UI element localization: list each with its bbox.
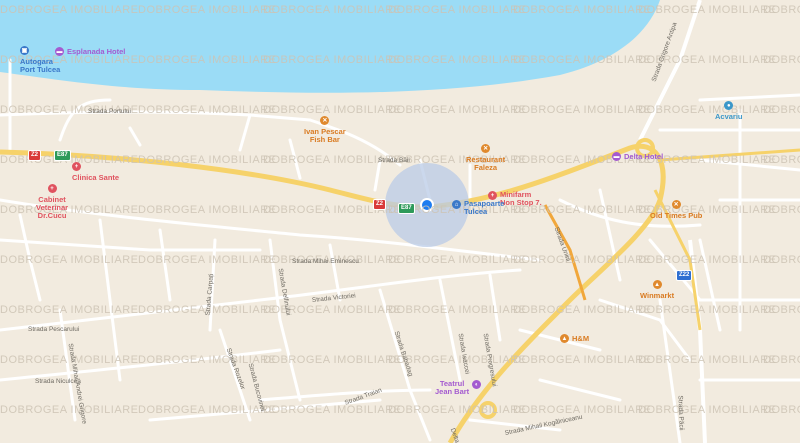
map-view[interactable]: DOBROGEA IMOBILIARE DOBROGEA IMOBILIARE DO… [0, 0, 800, 443]
watermark-text: DOBROGEA IMOBILIARE [388, 54, 527, 66]
watermark-text: DOBROGEA IMOBILIARE [138, 254, 277, 266]
watermark-text: DOBROGEA IMOBILIARE [263, 354, 402, 366]
watermark-text: DOBROGEA IMOBILIARE [263, 4, 402, 16]
bed-icon: ▬ [55, 47, 64, 56]
street-portului: Strada Portului [88, 108, 131, 115]
watermark-text: DOBROGEA IMOBILIARE [388, 104, 527, 116]
poi-hm[interactable]: ▲ H&M [560, 334, 589, 343]
watermark-text: DOBROGEA IMOBILIARE [138, 404, 277, 416]
watermark-text: DOBROGEA IMOBILIARE [763, 154, 800, 166]
watermark-text: DOBROGEA IMOBILIARE [138, 154, 277, 166]
e87-shield: E87 [54, 150, 71, 161]
medical-icon: + [47, 184, 57, 193]
watermark-text: DOBROGEA IMOBILIARE [138, 54, 277, 66]
poi-cabinet-veterinar[interactable]: + Cabinet Veterinar Dr.Cucu [36, 184, 68, 220]
watermark-text: DOBROGEA IMOBILIARE [513, 404, 652, 416]
watermark-text: DOBROGEA IMOBILIARE [0, 4, 139, 16]
fork-knife-icon: ✕ [671, 200, 681, 209]
watermark-text: DOBROGEA IMOBILIARE [513, 54, 652, 66]
poi-restaurant-faleza[interactable]: ✕ Restaurant Faleza [466, 144, 505, 172]
watermark-text: DOBROGEA IMOBILIARE [138, 4, 277, 16]
watermark-text: DOBROGEA IMOBILIARE [638, 104, 777, 116]
watermark-text: DOBROGEA IMOBILIARE [138, 354, 277, 366]
watermark-text: DOBROGEA IMOBILIARE [763, 104, 800, 116]
poi-winmarkt[interactable]: ▲ Winmarkt [640, 280, 674, 300]
poi-acvariu[interactable]: ● Acvariu [715, 101, 743, 121]
z22-shield: Z2 [373, 199, 387, 210]
z22-shield: Z2 [28, 150, 42, 161]
watermark-text: DOBROGEA IMOBILIARE [638, 304, 777, 316]
watermark-text: DOBROGEA IMOBILIARE [638, 4, 777, 16]
watermark-text: DOBROGEA IMOBILIARE [0, 254, 139, 266]
e87-shield: E87 [398, 203, 415, 214]
poi-esplanada[interactable]: ▬ Esplanada Hotel [55, 47, 125, 56]
fork-knife-icon: ✕ [320, 116, 330, 125]
watermark-text: DOBROGEA IMOBILIARE [638, 404, 777, 416]
watermark-text: DOBROGEA IMOBILIARE [388, 4, 527, 16]
watermark-text: DOBROGEA IMOBILIARE [763, 4, 800, 16]
watermark-text: DOBROGEA IMOBILIARE [638, 354, 777, 366]
watermark-text: DOBROGEA IMOBILIARE [763, 204, 800, 216]
poi-old-times-pub[interactable]: ✕ Old Times Pub [650, 200, 702, 220]
watermark-text: DOBROGEA IMOBILIARE [263, 404, 402, 416]
poi-pasapoarte[interactable]: ⌂ Pasapoarte Tulcea [452, 200, 504, 216]
street-mihai-eminescu: Strada Mihai Eminescu [292, 258, 359, 265]
building-icon: ⌂ [452, 200, 461, 209]
watermark-text: DOBROGEA IMOBILIARE [263, 54, 402, 66]
z22-shield: Z22 [676, 270, 693, 281]
bus-icon: ▣ [20, 46, 29, 55]
watermark-text: DOBROGEA IMOBILIARE [763, 354, 800, 366]
poi-clinica-sante[interactable]: + Clinica Sante [72, 162, 119, 182]
fork-knife-icon: ✕ [481, 144, 491, 153]
bed-icon: ▬ [612, 152, 621, 161]
watermark-text: DOBROGEA IMOBILIARE [138, 104, 277, 116]
watermark-text: DOBROGEA IMOBILIARE [138, 204, 277, 216]
watermark-text: DOBROGEA IMOBILIARE [388, 404, 527, 416]
street-pacii: Strada Păcii [676, 395, 685, 431]
watermark-text: DOBROGEA IMOBILIARE [513, 104, 652, 116]
shopping-icon: ▲ [560, 334, 569, 343]
medical-icon: + [72, 162, 81, 171]
street-babi: Strada Băii [378, 157, 410, 164]
street-pescarului: Strada Pescarului [28, 326, 80, 333]
watermark-text: DOBROGEA IMOBILIARE [763, 404, 800, 416]
watermark-text: DOBROGEA IMOBILIARE [513, 304, 652, 316]
watermark-text: DOBROGEA IMOBILIARE [0, 204, 139, 216]
pin-icon: ● [724, 101, 734, 110]
map-base-layer [0, 0, 800, 443]
watermark-text: DOBROGEA IMOBILIARE [388, 254, 527, 266]
poi-ivan-pescar[interactable]: ✕ Ivan Pescar Fish Bar [304, 116, 346, 144]
poi-delta-hotel[interactable]: ▬ Delta Hotel [612, 152, 663, 161]
watermark-text: DOBROGEA IMOBILIARE [0, 304, 139, 316]
watermark-text: DOBROGEA IMOBILIARE [763, 304, 800, 316]
watermark-text: DOBROGEA IMOBILIARE [388, 304, 527, 316]
shopping-icon: ▲ [652, 280, 662, 289]
watermark-text: DOBROGEA IMOBILIARE [638, 254, 777, 266]
watermark-text: DOBROGEA IMOBILIARE [513, 354, 652, 366]
theatre-icon: ◐ [472, 380, 482, 389]
watermark-text: DOBROGEA IMOBILIARE [0, 404, 139, 416]
poi-teatrul[interactable]: Teatrul Jean Bart ◐ [435, 380, 482, 396]
watermark-text: DOBROGEA IMOBILIARE [263, 104, 402, 116]
watermark-text: DOBROGEA IMOBILIARE [513, 4, 652, 16]
watermark-text: DOBROGEA IMOBILIARE [763, 54, 800, 66]
watermark-text: DOBROGEA IMOBILIARE [763, 254, 800, 266]
watermark-text: DOBROGEA IMOBILIARE [513, 254, 652, 266]
